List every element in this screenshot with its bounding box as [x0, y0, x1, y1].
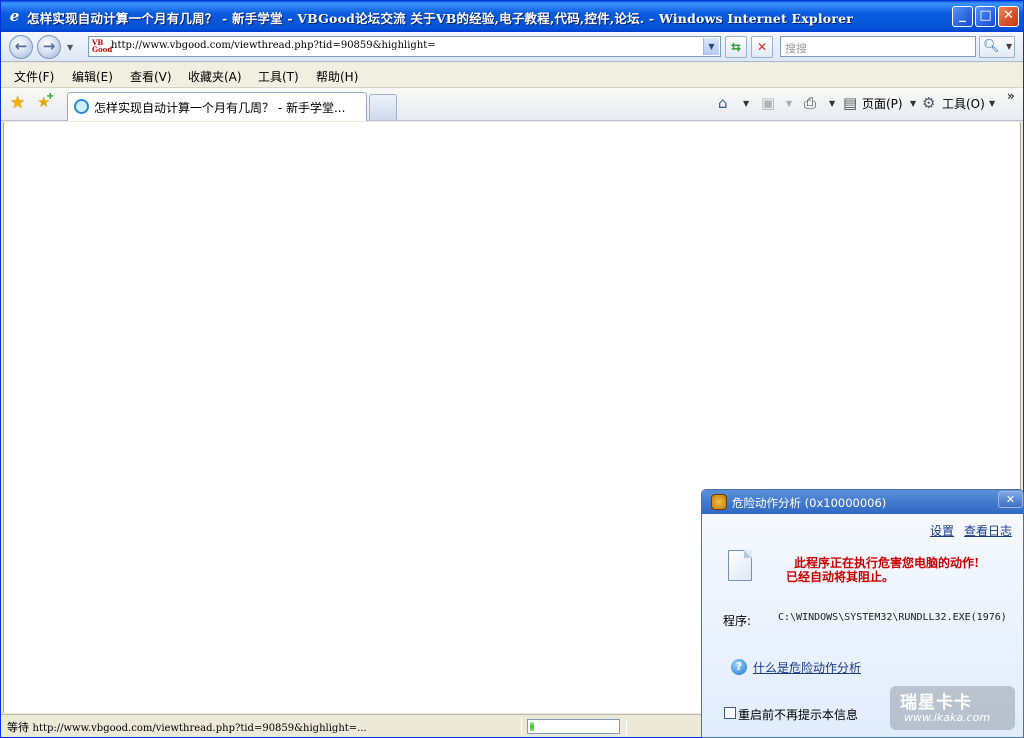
refresh-button[interactable]: ⇆: [725, 36, 747, 58]
print-dropdown-icon[interactable]: ▼: [829, 99, 835, 108]
minimize-icon: _: [959, 8, 966, 23]
ikaka-watermark-logo: 瑞星卡卡 www.ikaka.com: [890, 686, 1015, 730]
popup-title: 危险动作分析 (0x10000006): [732, 496, 887, 510]
tab-active[interactable]: 怎样实现自动计算一个月有几周？ - 新手学堂...: [67, 92, 367, 121]
progress-fill: [530, 722, 534, 731]
gear-icon: ⚙: [922, 94, 936, 112]
menu-edit[interactable]: 编辑(E): [72, 68, 113, 85]
status-divider: [521, 718, 522, 735]
feeds-icon[interactable]: ▣: [761, 94, 775, 112]
search-options-dropdown-icon[interactable]: ▼: [1006, 42, 1012, 51]
close-icon: ✕: [1005, 493, 1016, 506]
chevron-more-icon[interactable]: »: [1007, 89, 1015, 103]
window-title: 怎样实现自动计算一个月有几周？ - 新手学堂 - VBGood论坛交流 关于VB…: [27, 11, 854, 26]
program-path: C:\WINDOWS\SYSTEM32\RUNDLL32.EXE(1976): [778, 612, 1007, 623]
rising-logo-icon: [711, 494, 727, 510]
add-favorites-icon[interactable]: ★ +: [37, 91, 54, 111]
menu-tools[interactable]: 工具(T): [258, 68, 299, 85]
refresh-icon: ⇆: [730, 40, 742, 54]
site-favicon-icon: VB Good: [92, 38, 113, 54]
search-icon: 🔍︎: [983, 39, 1000, 54]
help-icon: ?: [731, 659, 747, 675]
status-divider: [626, 718, 627, 735]
loading-icon: [74, 99, 89, 114]
progress-bar: [527, 719, 620, 734]
close-button[interactable]: ✕: [998, 6, 1019, 27]
file-icon: [728, 550, 752, 581]
back-arrow-icon: ←: [14, 37, 28, 55]
help-link[interactable]: 什么是危险动作分析: [753, 659, 861, 676]
title-bar[interactable]: e 怎样实现自动计算一个月有几周？ - 新手学堂 - VBGood论坛交流 关于…: [1, 1, 1023, 32]
favorites-center-icon[interactable]: ★: [10, 93, 25, 113]
program-label: 程序:: [723, 614, 752, 628]
popup-header: 危险动作分析 (0x10000006) ✕: [702, 490, 1023, 514]
status-url: http://www.vbgood.com/viewthread.php?tid…: [32, 723, 367, 734]
back-button[interactable]: ←: [9, 35, 33, 59]
new-tab-button[interactable]: [369, 94, 397, 120]
tools-dropdown-icon[interactable]: ▼: [989, 99, 995, 108]
ie-window: e 怎样实现自动计算一个月有几周？ - 新手学堂 - VBGood论坛交流 关于…: [0, 0, 1024, 738]
warning-message: 此程序正在执行危害您电脑的动作! 已经自动将其阻止。: [786, 556, 979, 584]
forward-button[interactable]: →: [37, 35, 61, 59]
status-state: 等待: [7, 721, 29, 734]
stop-button[interactable]: ✕: [751, 36, 773, 58]
history-dropdown-icon[interactable]: ▼: [67, 43, 73, 52]
page-icon: ▤: [843, 94, 858, 112]
maximize-button[interactable]: □: [975, 6, 996, 27]
menu-help[interactable]: 帮助(H): [316, 68, 358, 85]
forward-arrow-icon: →: [42, 37, 56, 55]
feeds-dropdown-icon[interactable]: ▼: [786, 99, 792, 108]
tab-label: 怎样实现自动计算一个月有几周？ - 新手学堂...: [94, 101, 346, 115]
address-bar[interactable]: VB Good http://www.vbgood.com/viewthread…: [88, 36, 721, 57]
address-input[interactable]: http://www.vbgood.com/viewthread.php?tid…: [111, 40, 436, 51]
view-log-link[interactable]: 查看日志: [964, 522, 1012, 539]
minimize-button[interactable]: _: [952, 6, 973, 27]
page-dropdown-icon[interactable]: ▼: [910, 99, 916, 108]
danger-action-popup: 危险动作分析 (0x10000006) ✕ 设置 查看日志 此程序正在执行危害您…: [701, 489, 1024, 738]
print-icon[interactable]: ⎙: [804, 94, 816, 112]
popup-close-button[interactable]: ✕: [998, 491, 1023, 508]
maximize-icon: □: [979, 8, 992, 23]
menu-file[interactable]: 文件(F): [14, 68, 54, 85]
search-input[interactable]: 搜搜: [780, 36, 976, 57]
tab-bar: ★ ★ + 怎样实现自动计算一个月有几周？ - 新手学堂... ⌂ ▼ ▣ ▼ ⎙…: [1, 88, 1023, 121]
watermark-brand: 瑞星卡卡: [900, 693, 972, 713]
settings-link[interactable]: 设置: [930, 522, 954, 539]
close-icon: ✕: [1003, 8, 1014, 23]
search-button[interactable]: 🔍︎ ▼: [979, 36, 1015, 58]
dont-remind-checkbox[interactable]: [724, 707, 736, 719]
home-icon[interactable]: ⌂: [718, 94, 728, 112]
warning-line-1: 此程序正在执行危害您电脑的动作!: [794, 556, 980, 570]
dont-remind-label[interactable]: 重启前不再提示本信息: [738, 706, 858, 723]
stop-icon: ✕: [756, 40, 768, 54]
address-dropdown-icon[interactable]: ▼: [703, 38, 719, 55]
ie-logo-icon: e: [9, 7, 20, 25]
menu-view[interactable]: 查看(V): [130, 68, 172, 85]
address-row: ← → ▼ VB Good http://www.vbgood.com/view…: [1, 32, 1023, 62]
page-menu-button[interactable]: 页面(P): [862, 95, 903, 112]
warning-line-2: 已经自动将其阻止。: [786, 570, 895, 584]
menu-favorites[interactable]: 收藏夹(A): [188, 68, 242, 85]
menu-bar: 文件(F) 编辑(E) 查看(V) 收藏夹(A) 工具(T) 帮助(H): [1, 63, 1023, 88]
home-dropdown-icon[interactable]: ▼: [743, 99, 749, 108]
watermark-url: www.ikaka.com: [904, 711, 991, 724]
search-placeholder: 搜搜: [785, 42, 807, 55]
status-message: 等待 http://www.vbgood.com/viewthread.php?…: [7, 719, 367, 735]
tools-menu-button[interactable]: 工具(O): [942, 95, 985, 112]
